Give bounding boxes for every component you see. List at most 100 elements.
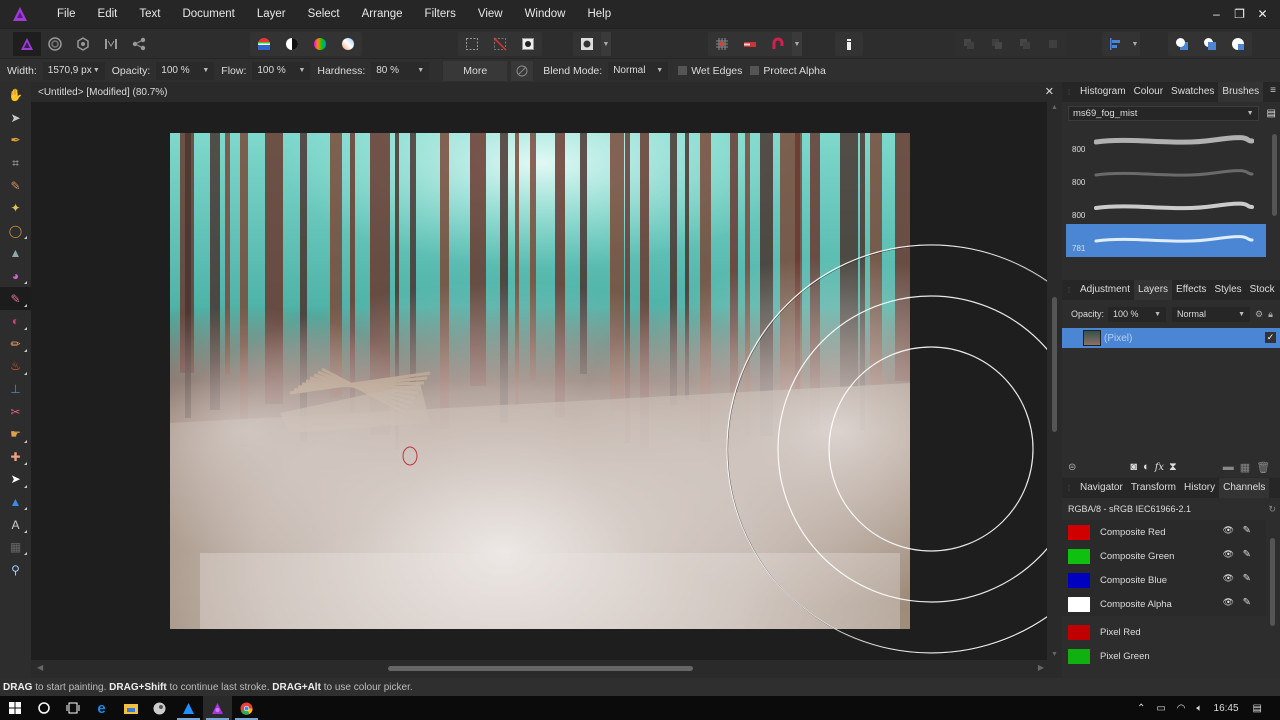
- brush-preset[interactable]: 800: [1066, 158, 1266, 191]
- opacity-field[interactable]: 100 % ▼: [156, 61, 215, 80]
- menu-arrange[interactable]: Arrange: [351, 0, 414, 28]
- restore-button[interactable]: ❐: [1228, 0, 1251, 28]
- canvas-area[interactable]: [31, 102, 1047, 660]
- action-center-icon[interactable]: ▤: [1253, 703, 1262, 714]
- channel-row[interactable]: Composite Red 👁︎ ✎: [1062, 520, 1266, 544]
- move-to-back-button[interactable]: [955, 32, 983, 56]
- brush-preset[interactable]: [1066, 257, 1266, 269]
- tab-effects[interactable]: Effects: [1172, 280, 1210, 300]
- crop-tool[interactable]: ⌗: [0, 152, 31, 175]
- scroll-down-arrow-icon[interactable]: ▼: [1051, 651, 1058, 658]
- minimize-button[interactable]: –: [1205, 0, 1228, 28]
- close-document-button[interactable]: ✕: [1045, 85, 1054, 98]
- scroll-up-arrow-icon[interactable]: ▲: [1051, 104, 1058, 111]
- view-tool[interactable]: ✋: [0, 84, 31, 107]
- brush-category-select[interactable]: ms69_fog_mist ▼: [1068, 106, 1259, 121]
- node-tool[interactable]: ➤: [0, 468, 31, 491]
- layer-opacity-field[interactable]: 100 % ▼: [1108, 306, 1167, 322]
- tone-mapping-persona-button[interactable]: [97, 32, 125, 56]
- mesh-warp-tool[interactable]: ▦: [0, 536, 31, 559]
- channel-row[interactable]: Composite Green 👁︎ ✎: [1062, 544, 1266, 568]
- blemish-tool[interactable]: ✂: [0, 400, 31, 423]
- tab-colour[interactable]: Colour: [1130, 82, 1167, 102]
- more-button[interactable]: More: [443, 60, 508, 81]
- subtract-button[interactable]: [1196, 32, 1224, 56]
- brush-preset[interactable]: 781: [1066, 224, 1266, 257]
- battery-icon[interactable]: ▭: [1156, 703, 1165, 714]
- layer-item[interactable]: (Pixel) ✓: [1062, 328, 1280, 348]
- fx-icon[interactable]: fx: [1155, 462, 1164, 473]
- tab-navigator[interactable]: Navigator: [1076, 478, 1127, 498]
- eye-icon[interactable]: 👁︎: [1223, 549, 1234, 560]
- clock[interactable]: 16:45: [1214, 703, 1239, 714]
- grid-button[interactable]: [708, 32, 736, 56]
- channel-list-scrollbar[interactable]: [1270, 538, 1275, 626]
- deselect-button[interactable]: [486, 32, 514, 56]
- wet-edges-checkbox[interactable]: [678, 66, 688, 75]
- tab-stock[interactable]: Stock: [1246, 280, 1279, 300]
- task-view-button[interactable]: [58, 696, 87, 720]
- mask-layer-icon[interactable]: ◙: [1130, 461, 1137, 473]
- text-tool[interactable]: A: [0, 513, 31, 536]
- tab-styles[interactable]: Styles: [1210, 280, 1245, 300]
- panel-menu-icon[interactable]: ≡: [1270, 85, 1276, 96]
- contrast-button[interactable]: [278, 32, 306, 56]
- horizontal-scroll-thumb[interactable]: [388, 666, 693, 671]
- marquee-button[interactable]: [458, 32, 486, 56]
- menu-document[interactable]: Document: [171, 0, 245, 28]
- clone-brush-tool[interactable]: ⊥: [0, 378, 31, 401]
- brush-view-mode-icon[interactable]: ▤: [1267, 108, 1276, 119]
- levels-button[interactable]: [250, 32, 278, 56]
- channel-row[interactable]: Pixel Green: [1062, 644, 1266, 668]
- flood-fill-tool[interactable]: ▲: [0, 242, 31, 265]
- close-window-button[interactable]: ✕: [1251, 0, 1274, 28]
- photo-persona-button[interactable]: [13, 32, 41, 56]
- tab-layers[interactable]: Layers: [1134, 280, 1173, 300]
- align-dropdown-button[interactable]: ▼: [1130, 32, 1140, 56]
- gear-icon[interactable]: ⚙: [1255, 309, 1263, 320]
- affinity-photo-taskbar-button[interactable]: [203, 696, 232, 720]
- protect-alpha-checkbox[interactable]: [750, 66, 760, 75]
- show-hidden-icons-icon[interactable]: ⌃: [1137, 703, 1145, 714]
- snap-button[interactable]: [736, 32, 764, 56]
- develop-persona-button[interactable]: [69, 32, 97, 56]
- vertical-scroll-thumb[interactable]: [1052, 297, 1057, 432]
- move-back-button[interactable]: [983, 32, 1011, 56]
- layer-blend-mode-select[interactable]: Normal ▼: [1172, 306, 1251, 322]
- panel-grip-icon[interactable]: ⁞: [1062, 88, 1076, 97]
- edit-pencil-icon[interactable]: ✎: [1243, 597, 1251, 608]
- tab-history[interactable]: History: [1180, 478, 1219, 498]
- smudge-brush-tool[interactable]: ☛: [0, 423, 31, 446]
- panel-grip-icon[interactable]: ⁞: [1062, 286, 1076, 295]
- tab-histogram[interactable]: Histogram: [1076, 82, 1130, 102]
- cortana-button[interactable]: [29, 696, 58, 720]
- eye-icon[interactable]: 👁︎: [1223, 525, 1234, 536]
- tab-transform[interactable]: Transform: [1127, 478, 1180, 498]
- colour-picker-tool[interactable]: ✒: [0, 129, 31, 152]
- file-explorer-taskbar-button[interactable]: [116, 696, 145, 720]
- selection-brush-tool[interactable]: ✎: [0, 174, 31, 197]
- wifi-icon[interactable]: ◠: [1177, 703, 1186, 714]
- channel-row[interactable]: Composite Blue 👁︎ ✎: [1062, 568, 1266, 592]
- edit-pencil-icon[interactable]: ✎: [1243, 573, 1251, 584]
- lock-icon[interactable]: 🔒︎: [1268, 309, 1273, 320]
- shape-tool[interactable]: ▲: [0, 491, 31, 514]
- channel-row[interactable]: Pixel Red: [1062, 620, 1266, 644]
- mask-dropdown-button[interactable]: ▼: [601, 32, 611, 56]
- menu-filters[interactable]: Filters: [414, 0, 467, 28]
- steam-taskbar-button[interactable]: [145, 696, 174, 720]
- eye-icon[interactable]: 👁︎: [1223, 573, 1234, 584]
- zoom-tool[interactable]: ⚲: [0, 558, 31, 581]
- brush-preset[interactable]: 800: [1066, 191, 1266, 224]
- freehand-selection-tool[interactable]: ◯: [0, 220, 31, 243]
- horizontal-scrollbar[interactable]: ◀ ▶: [31, 660, 1062, 677]
- volume-icon[interactable]: 🔈︎: [1197, 703, 1203, 714]
- colour-replacement-tool[interactable]: ◕: [0, 265, 31, 288]
- adjustment-layer-icon[interactable]: ◐: [1143, 461, 1150, 473]
- scroll-right-arrow-icon[interactable]: ▶: [1038, 663, 1044, 672]
- flow-field[interactable]: 100 % ▼: [252, 61, 311, 80]
- menu-edit[interactable]: Edit: [87, 0, 129, 28]
- pixel-tool[interactable]: ◐: [0, 310, 31, 333]
- tab-swatches[interactable]: Swatches: [1167, 82, 1218, 102]
- red-eye-tool[interactable]: ✚: [0, 446, 31, 469]
